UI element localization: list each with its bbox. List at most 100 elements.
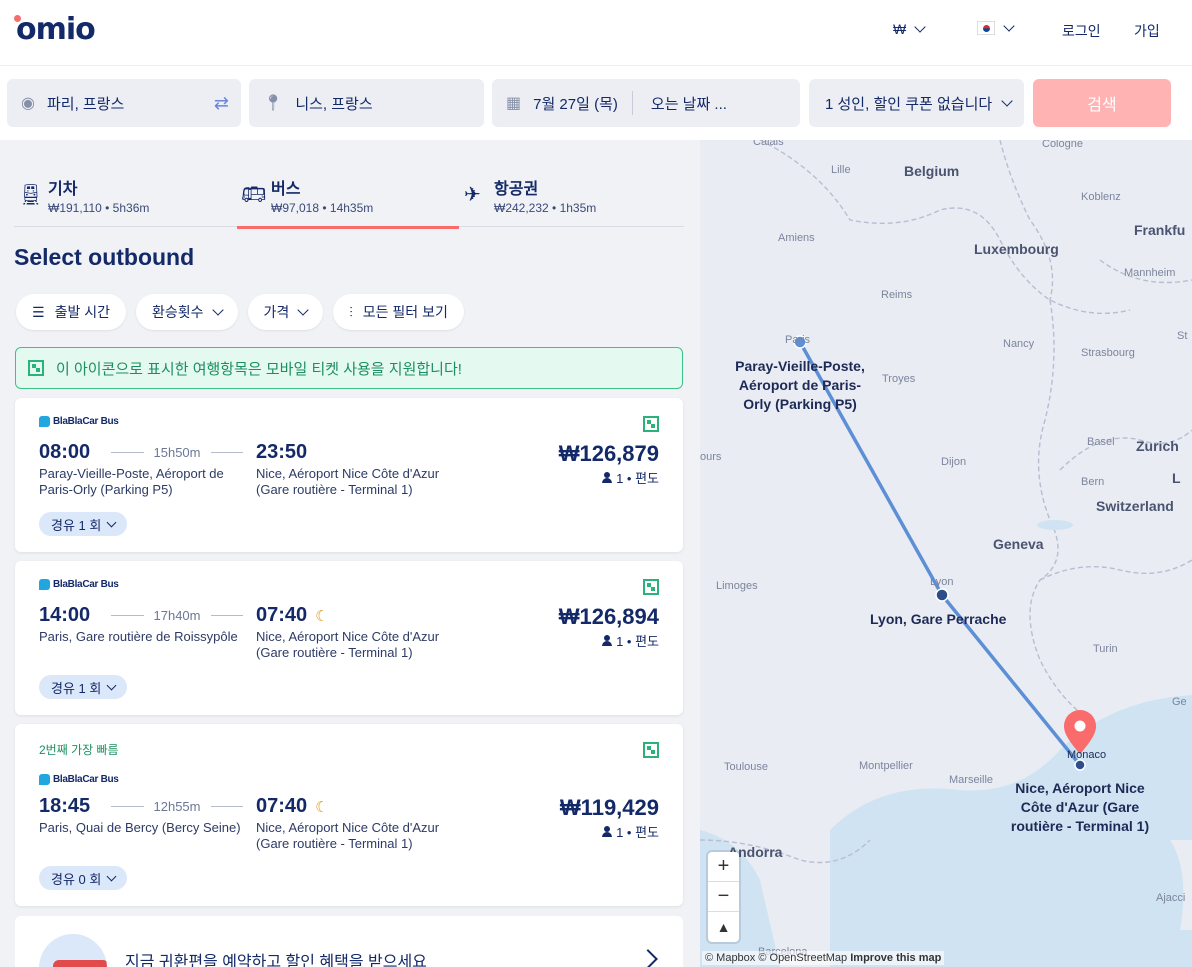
- improve-map-link[interactable]: Improve this map: [850, 952, 941, 964]
- destination-value: 니스, 프랑스: [295, 95, 373, 113]
- arrival-station: Nice, Aéroport Nice Côte d'Azur (Gare ro…: [256, 466, 440, 497]
- chevron-right-icon: [638, 949, 658, 967]
- date-field[interactable]: ▦ 7월 27일 (목) 오는 날짜 ...: [492, 79, 800, 127]
- map-city-label: Limoges: [716, 580, 758, 592]
- tab-bus-summary: ₩97,018 • 14h35m: [271, 201, 374, 215]
- trip-duration: 12h55m: [111, 799, 244, 814]
- login-link[interactable]: 로그인: [1062, 21, 1101, 41]
- operator-logo: BlaBlaCar Bus: [39, 579, 119, 590]
- duration-text: 12h55m: [153, 799, 201, 814]
- map-city-label: Dijon: [941, 456, 967, 468]
- destination-field[interactable]: 📍︎ 니스, 프랑스: [249, 79, 484, 127]
- person-icon: [602, 826, 613, 837]
- price: ₩126,879: [558, 441, 659, 466]
- stops-toggle[interactable]: 경유 1 회: [39, 675, 128, 699]
- trip-duration: 17h40m: [111, 608, 244, 623]
- map-city-label: Toulouse: [724, 761, 769, 773]
- map-origin-station-label: Paray-Vieille-Poste, Aéroport de Paris-O…: [735, 358, 865, 412]
- chevron-down-icon: [106, 871, 117, 881]
- filter-label: 모든 필터 보기: [362, 304, 448, 320]
- passengers-field[interactable]: 1 성인, 할인 쿠폰 없습니다: [809, 79, 1024, 127]
- qr-code-icon: [643, 416, 659, 432]
- all-filters-button[interactable]: ⫶ 모든 필터 보기: [333, 294, 464, 330]
- map-city-label: Mannheim: [1124, 267, 1176, 279]
- transfers-filter[interactable]: 환승횟수: [135, 294, 238, 330]
- map-city-label: St: [1177, 330, 1188, 342]
- map-city-label: ours: [700, 451, 722, 463]
- location-pin-icon: 📍︎: [263, 95, 284, 112]
- result-card[interactable]: BlaBlaCar Bus 08:00 15h50m 23:50 Paray-V…: [15, 398, 683, 552]
- tab-train[interactable]: 🚆︎ 기차 ₩191,110 • 5h36m: [14, 170, 236, 227]
- pax-text: 1 • 편도: [616, 825, 659, 840]
- results-panel: 🚆︎ 기차 ₩191,110 • 5h36m 🚌︎ 버스 ₩97,018 • 1…: [0, 140, 700, 967]
- operator-name: BlaBlaCar Bus: [53, 579, 119, 590]
- omio-logo[interactable]: omio: [14, 12, 96, 47]
- return-date-placeholder[interactable]: 오는 날짜 ...: [651, 93, 727, 114]
- search-button[interactable]: 검색: [1033, 79, 1171, 127]
- stops-toggle[interactable]: 경유 0 회: [39, 866, 128, 890]
- logo-text: omio: [16, 12, 96, 47]
- tab-train-label: 기차: [48, 181, 78, 198]
- swap-icon[interactable]: ⇄: [214, 93, 229, 114]
- blablacar-icon: [39, 579, 50, 590]
- departure-time-filter[interactable]: ☰ 출발 시간: [16, 294, 126, 330]
- route-map[interactable]: Calais Cologne Lille Belgium Koblenz Ami…: [700, 140, 1192, 967]
- result-card[interactable]: BlaBlaCar Bus 14:00 17h40m 07:40 ☾ Paris,…: [15, 561, 683, 715]
- map-city-label: Lille: [831, 164, 851, 176]
- filter-bar: ☰ 출발 시간 환승횟수 가격 ⫶ 모든 필터 보기: [16, 294, 464, 330]
- passengers-value: 1 성인, 할인 쿠폰 없습니다: [825, 95, 993, 113]
- compass-icon[interactable]: ▲: [708, 912, 739, 942]
- passenger-info: 1 • 편도: [602, 468, 659, 487]
- filter-label: 가격: [263, 304, 290, 320]
- train-icon: 🚆︎: [18, 184, 44, 206]
- chevron-down-icon: [297, 304, 309, 316]
- page-title: Select outbound: [14, 244, 195, 270]
- map-city-label: Ajacci: [1156, 892, 1186, 904]
- signup-link[interactable]: 가입: [1134, 21, 1160, 41]
- origin-value: 파리, 프랑스: [46, 95, 125, 113]
- qr-code-icon: [28, 360, 44, 376]
- currency-selector[interactable]: ₩: [893, 21, 926, 37]
- origin-field[interactable]: ◉ 파리, 프랑스 ⇄: [7, 79, 241, 127]
- moon-icon: ☾: [315, 798, 329, 816]
- tab-bus-label: 버스: [271, 181, 301, 198]
- map-city-label: Geneva: [993, 536, 1044, 552]
- chevron-down-icon: [914, 21, 926, 33]
- filter-label: 출발 시간: [54, 304, 110, 320]
- language-selector[interactable]: [977, 20, 1015, 35]
- tab-bus[interactable]: 🚌︎ 버스 ₩97,018 • 14h35m: [237, 170, 459, 229]
- return-promo-banner[interactable]: 지금 귀환편을 예약하고 할인 혜택을 받으세요: [15, 916, 683, 967]
- map-city-label: Strasbourg: [1081, 347, 1135, 359]
- blablacar-icon: [39, 416, 50, 427]
- duration-text: 17h40m: [153, 608, 201, 623]
- map-via-station-label: Lyon, Gare Perrache: [870, 611, 1007, 627]
- currency-label: ₩: [893, 21, 907, 37]
- map-city-label: Cologne: [1042, 140, 1083, 150]
- arrival-station: Nice, Aéroport Nice Côte d'Azur (Gare ro…: [256, 820, 440, 851]
- map-city-label: Ge: [1172, 696, 1187, 708]
- transport-tabs: 🚆︎ 기차 ₩191,110 • 5h36m 🚌︎ 버스 ₩97,018 • 1…: [14, 170, 684, 229]
- logo-dot: [14, 15, 21, 22]
- qr-code-icon: [643, 742, 659, 758]
- stops-toggle[interactable]: 경유 1 회: [39, 512, 128, 536]
- stops-text: 경유 1 회: [51, 517, 102, 533]
- zoom-out-button[interactable]: −: [708, 882, 739, 912]
- pax-text: 1 • 편도: [616, 471, 659, 486]
- map-city-label: Lyon: [930, 576, 954, 588]
- map-city-label: Troyes: [882, 373, 916, 385]
- calendar-icon: ▦: [506, 95, 522, 112]
- result-card[interactable]: 2번째 가장 빠름 BlaBlaCar Bus 18:45 12h55m 07:…: [15, 724, 683, 906]
- attribution-text[interactable]: © Mapbox © OpenStreetMap: [705, 952, 847, 964]
- map-city-label: Amiens: [778, 232, 815, 244]
- price-filter[interactable]: 가격: [247, 294, 324, 330]
- arrival-time-text: 07:40: [256, 604, 308, 626]
- zoom-in-button[interactable]: +: [708, 852, 739, 882]
- map-city-label: Zurich: [1136, 438, 1179, 454]
- map-city-label: Koblenz: [1081, 191, 1121, 203]
- price: ₩119,429: [559, 795, 659, 820]
- sliders-icon: ⫶: [349, 303, 353, 320]
- filter-label: 환승횟수: [151, 304, 204, 320]
- departure-station: Paris, Gare routière de Roissypôle: [39, 629, 238, 644]
- tab-flight[interactable]: ✈︎ 항공권 ₩242,232 • 1h35m: [460, 170, 682, 227]
- mobile-ticket-notice: 이 아이콘으로 표시한 여행항목은 모바일 티켓 사용을 지원합니다!: [15, 347, 683, 389]
